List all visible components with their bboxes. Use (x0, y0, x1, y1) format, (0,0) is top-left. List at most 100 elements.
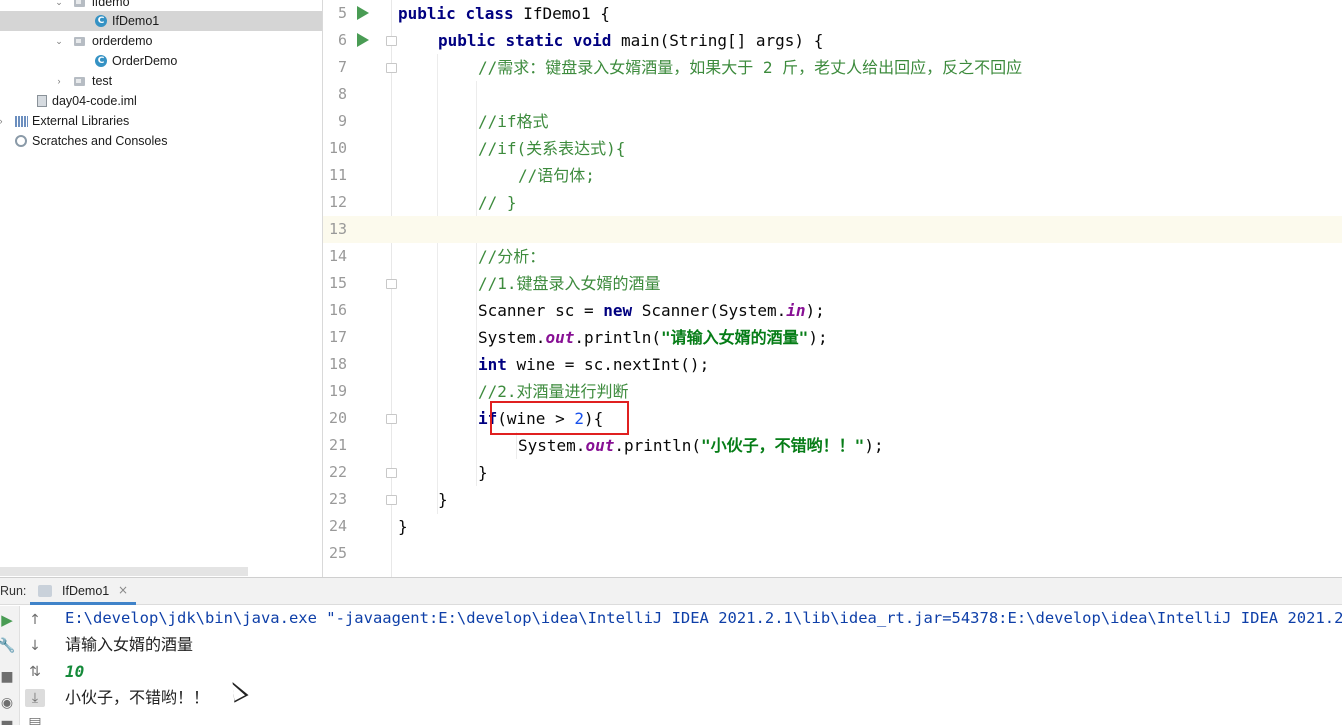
code-line[interactable]: 8 (323, 81, 1342, 108)
run-icon[interactable] (357, 33, 369, 47)
line-number: 7 (337, 58, 347, 76)
package-icon (74, 77, 85, 86)
tree-item-external-libraries[interactable]: › External Libraries (0, 111, 322, 131)
line-number: 21 (328, 436, 347, 454)
code-comment: //分析： (478, 247, 546, 266)
code-text: } (478, 463, 488, 482)
code-comment: //需求：键盘录入女婿酒量，如果大于 2 斤，老丈人给出回应，反之不回应 (478, 58, 1023, 77)
tree-item-iml-file[interactable]: day04-code.iml (0, 91, 322, 111)
scratch-icon (15, 135, 27, 147)
code-line[interactable]: 16 Scanner sc = new Scanner(System.in); (323, 297, 1342, 324)
fold-icon[interactable] (386, 279, 397, 289)
soft-wrap-icon[interactable]: ⇅ (25, 663, 45, 681)
chevron-down-icon[interactable]: ⌄ (54, 31, 64, 51)
run-tool-window: Run: IfDemo1 × ▶ 🔧 ■ ◉ ▬ ↑ ↓ ⇅ ⤓ ▤ E:\de… (0, 577, 1342, 725)
scroll-to-end-icon[interactable]: ⤓ (25, 689, 45, 707)
project-tree-panel: ⌄ ifdemo C IfDemo1 ⌄ orderdemo C OrderDe… (0, 0, 322, 577)
run-tab-ifdemo1[interactable]: IfDemo1 × (30, 578, 136, 605)
line-number: 17 (328, 328, 347, 346)
run-icon[interactable] (357, 6, 369, 20)
code-line[interactable]: 20 if(wine > 2){ (323, 405, 1342, 432)
iml-file-icon (37, 95, 47, 107)
line-number: 16 (328, 301, 347, 319)
code-line[interactable]: 11 //语句体; (323, 162, 1342, 189)
line-number: 23 (328, 490, 347, 508)
line-number: 13 (328, 220, 347, 238)
line-number: 11 (328, 166, 347, 184)
console-user-input: 10 (65, 662, 85, 681)
chevron-right-icon[interactable]: › (0, 111, 6, 131)
arrow-down-icon[interactable]: ↓ (25, 637, 45, 655)
code-line[interactable]: 14 //分析： (323, 243, 1342, 270)
horizontal-scrollbar[interactable] (0, 567, 248, 576)
code-text: public static void main(String[] args) { (438, 31, 824, 50)
line-number: 15 (328, 274, 347, 292)
line-number: 10 (328, 139, 347, 157)
layout-icon[interactable]: ▬ (0, 714, 17, 725)
code-line[interactable]: 17 System.out.println("请输入女婿的酒量"); (323, 324, 1342, 351)
console-prompt: 请输入女婿的酒量 (65, 635, 194, 654)
code-line[interactable]: 5 public class IfDemo1 { (323, 0, 1342, 27)
wrench-icon[interactable]: 🔧 (0, 637, 17, 655)
code-line-current[interactable]: 13 (323, 216, 1342, 243)
fold-icon[interactable] (386, 414, 397, 424)
tree-item-orderdemo[interactable]: ⌄ orderdemo (0, 31, 322, 51)
highlight-annotation-box (490, 401, 629, 435)
code-text: Scanner sc = new Scanner(System.in); (478, 301, 825, 320)
code-editor[interactable]: 5 public class IfDemo1 { 6 public static… (322, 0, 1342, 577)
code-line[interactable]: 18 int wine = sc.nextInt(); (323, 351, 1342, 378)
line-number: 20 (328, 409, 347, 427)
code-comment: //语句体; (518, 166, 595, 185)
code-text: System.out.println("小伙子，不错哟！！"); (518, 436, 884, 455)
fold-icon[interactable] (386, 468, 397, 478)
close-icon[interactable]: × (118, 583, 128, 597)
line-number: 18 (328, 355, 347, 373)
code-line[interactable]: 19 //2.对酒量进行判断 (323, 378, 1342, 405)
tree-item-ifdemo1[interactable]: C IfDemo1 (0, 11, 322, 31)
line-number: 12 (328, 193, 347, 211)
arrow-up-icon[interactable]: ↑ (25, 611, 45, 629)
code-line[interactable]: 6 public static void main(String[] args)… (323, 27, 1342, 54)
code-line[interactable]: 21 System.out.println("小伙子，不错哟！！"); (323, 432, 1342, 459)
line-number: 9 (337, 112, 347, 130)
code-line[interactable]: 23 } (323, 486, 1342, 513)
print-icon[interactable]: ▤ (25, 714, 45, 725)
code-line[interactable]: 10 //if(关系表达式){ (323, 135, 1342, 162)
tree-item-scratches[interactable]: Scratches and Consoles (0, 131, 322, 151)
tree-item-orderdemo-class[interactable]: C OrderDemo (0, 51, 322, 71)
chevron-right-icon[interactable]: › (54, 71, 64, 91)
run-tab-label: IfDemo1 (62, 584, 110, 598)
tree-item-test[interactable]: › test (0, 71, 322, 91)
code-line[interactable]: 12 // } (323, 189, 1342, 216)
code-line[interactable]: 25 (323, 540, 1342, 567)
fold-icon[interactable] (386, 495, 397, 505)
line-number: 19 (328, 382, 347, 400)
console-output[interactable]: E:\develop\jdk\bin\java.exe "-javaagent:… (49, 606, 1342, 725)
code-line[interactable]: 24 } (323, 513, 1342, 540)
fold-icon[interactable] (386, 36, 397, 46)
line-number: 5 (337, 4, 347, 22)
code-line[interactable]: 15 //1.键盘录入女婿的酒量 (323, 270, 1342, 297)
code-comment: // } (478, 193, 517, 212)
console-toolbar: ↑ ↓ ⇅ ⤓ ▤ (21, 606, 49, 725)
line-number: 25 (328, 544, 347, 562)
line-number: 8 (337, 85, 347, 103)
code-comment: //if格式 (478, 112, 549, 131)
camera-icon[interactable]: ◉ (0, 694, 17, 712)
java-class-icon: C (95, 15, 107, 27)
code-line[interactable]: 22 } (323, 459, 1342, 486)
package-icon (74, 37, 85, 46)
code-text: System.out.println("请输入女婿的酒量"); (478, 328, 828, 347)
code-line[interactable]: 9 //if格式 (323, 108, 1342, 135)
run-toolbar: ▶ 🔧 ■ ◉ ▬ (0, 606, 20, 725)
code-text: } (398, 517, 408, 536)
fold-icon[interactable] (386, 63, 397, 73)
console-command-line: E:\develop\jdk\bin\java.exe "-javaagent:… (65, 609, 1342, 627)
code-text: } (438, 490, 448, 509)
code-line[interactable]: 7 //需求：键盘录入女婿酒量，如果大于 2 斤，老丈人给出回应，反之不回应 (323, 54, 1342, 81)
package-icon (74, 0, 85, 7)
line-number: 22 (328, 463, 347, 481)
stop-icon[interactable]: ■ (0, 668, 17, 686)
console-output-line: 小伙子，不错哟！！ (65, 688, 210, 707)
rerun-icon[interactable]: ▶ (0, 611, 17, 629)
